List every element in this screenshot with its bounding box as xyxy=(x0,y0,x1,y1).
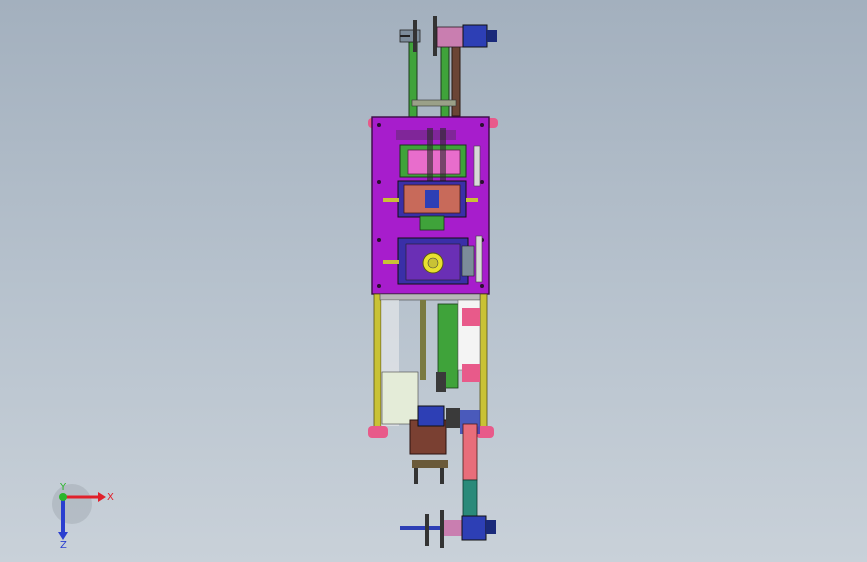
top-belt-left xyxy=(408,41,418,121)
model-part xyxy=(425,190,439,208)
top-motor xyxy=(462,24,488,48)
top-belt-right xyxy=(440,41,450,121)
model-part xyxy=(427,128,433,188)
model-part xyxy=(381,371,419,425)
top-motor-cap xyxy=(487,30,497,42)
model-part xyxy=(461,515,487,541)
model-part xyxy=(440,128,446,188)
triad-shadow xyxy=(52,484,92,524)
model-part xyxy=(479,293,488,431)
top-disc-1 xyxy=(413,20,417,52)
model-part xyxy=(425,514,429,546)
model-part xyxy=(377,123,381,127)
top-gearbox xyxy=(436,26,464,48)
z-axis-arrow xyxy=(58,532,68,540)
model-part xyxy=(486,520,496,534)
model-part xyxy=(446,408,460,428)
model-part xyxy=(377,284,381,288)
model-part xyxy=(377,180,381,184)
model-part xyxy=(419,215,445,231)
model-part xyxy=(461,245,475,277)
x-axis-arrow xyxy=(98,492,106,502)
top-disc-2 xyxy=(433,16,437,56)
model-part xyxy=(414,468,418,484)
model-part xyxy=(466,198,478,202)
model-part xyxy=(462,364,480,382)
model-part xyxy=(379,293,481,301)
model-part xyxy=(462,423,478,481)
top-crossbar xyxy=(411,99,457,107)
model-part xyxy=(473,145,481,187)
model-part xyxy=(417,405,445,427)
coordinate-triad[interactable]: X Y Z xyxy=(40,480,120,550)
model-part xyxy=(440,468,444,484)
model-part xyxy=(462,308,480,326)
model-part xyxy=(377,238,381,242)
y-axis-dot xyxy=(59,493,67,501)
model-part xyxy=(427,257,439,269)
model-part xyxy=(396,130,456,140)
top-drive-assembly xyxy=(399,16,497,121)
model-part xyxy=(462,479,478,519)
model-part xyxy=(444,520,464,536)
model-part xyxy=(383,260,399,264)
model-part xyxy=(407,149,461,175)
z-axis-label: Z xyxy=(60,540,67,550)
model-part xyxy=(368,426,388,438)
model-part xyxy=(480,180,484,184)
model-part xyxy=(373,293,382,431)
main-plate xyxy=(371,116,490,295)
model-part xyxy=(440,510,444,548)
model-part xyxy=(480,284,484,288)
y-axis-label: Y xyxy=(59,482,67,493)
model-part xyxy=(436,372,446,392)
model-part xyxy=(480,123,484,127)
model-part xyxy=(383,198,399,202)
bottom-drive-assembly xyxy=(368,405,496,548)
machine-assembly-top-view[interactable] xyxy=(0,0,867,562)
model-part xyxy=(420,300,426,380)
model-part xyxy=(412,460,448,468)
model-part xyxy=(400,526,440,530)
3d-model-viewport[interactable]: X Y Z xyxy=(0,0,867,562)
x-axis-label: X xyxy=(107,492,114,503)
model-part xyxy=(475,235,483,283)
